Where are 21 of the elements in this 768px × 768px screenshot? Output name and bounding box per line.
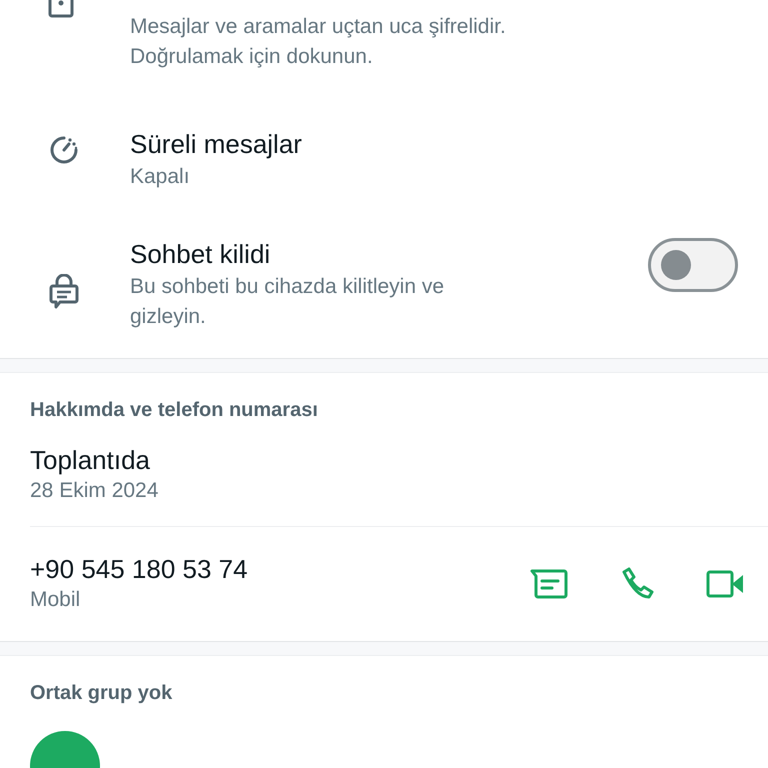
setting-description: Mesajlar ve aramalar uçtan uca şifrelidir. Doğrulamak için dokunun. [130, 14, 507, 70]
chat-lock-icon [48, 274, 80, 310]
phone-type: Mobil [30, 587, 82, 613]
video-call-icon[interactable] [706, 570, 744, 598]
message-icon[interactable] [530, 569, 568, 599]
status-date: 28 Ekim 2024 [30, 478, 160, 504]
setting-title: Süreli mesajlar [130, 128, 303, 160]
lock-icon [48, 0, 74, 18]
phone-icon[interactable] [620, 567, 654, 601]
phone-number: +90 545 180 53 74 [30, 553, 248, 585]
timer-icon [48, 134, 80, 166]
settings-row[interactable]: Süreli mesajlar Kapalı [0, 128, 768, 238]
toggle-switch[interactable] [648, 238, 738, 292]
section-header: Hakkımda ve telefon numarası [29, 398, 319, 422]
section-header: Ortak grup yok [29, 681, 174, 705]
settings-row[interactable]: Mesajlar ve aramalar uçtan uca şifrelidir. Doğrulamak için dokunun. [0, 0, 768, 128]
setting-description: Kapalı [130, 164, 191, 190]
setting-description: Bu sohbeti bu cihazda kilitleyin ve gizleyin. [130, 274, 446, 330]
about-status: Toplantıda [30, 444, 151, 476]
settings-row[interactable]: Sohbet kilidi Bu sohbeti bu cihazda kilitleyin ve gizleyin. [0, 238, 768, 358]
setting-title: Sohbet kilidi [130, 238, 272, 270]
